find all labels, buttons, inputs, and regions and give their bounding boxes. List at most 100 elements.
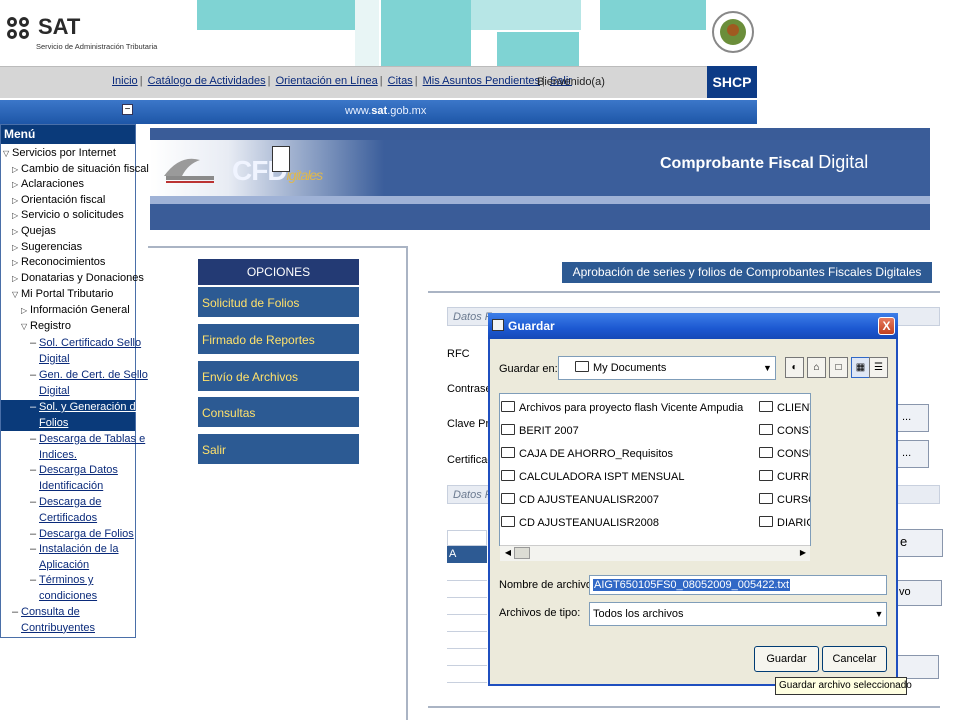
sat-logo-subtitle: Servicio de Administración Tributaria [36,42,158,51]
up-folder-icon[interactable]: ⌂ [807,357,826,378]
menu-item-reconocimientos[interactable]: ▷ Reconocimientos [12,255,105,271]
menu-subitem-sol-certificado[interactable]: – Sol. Certificado Sello Digital [30,336,141,367]
form-button[interactable] [895,655,939,679]
menu-subitem-descarga-datos[interactable]: – Descarga Datos Identificación [30,463,118,494]
new-folder-icon[interactable]: □ [829,357,848,378]
file-name-input[interactable]: AIGT650105FS0_08052009_005422.txt [589,575,887,595]
table-row[interactable] [447,580,487,598]
label-contrasena: Contrase [447,383,492,395]
header-graphic [381,0,471,66]
cfd-banner-stripe [150,196,930,204]
file-type-label: Archivos de tipo: [499,607,581,619]
scrollbar-thumb[interactable] [514,547,530,559]
folder-icon [501,516,515,527]
menu-item-consulta-contribuyentes[interactable]: – Consulta de Contribuyentes [12,605,95,636]
menu-item-quejas[interactable]: ▷ Quejas [12,224,56,240]
option-consultas[interactable]: Consultas [198,397,359,429]
chevron-down-icon[interactable]: ▼ [872,603,886,625]
table-row[interactable] [447,614,487,632]
folder-icon [575,361,589,372]
list-item[interactable]: CONSTA [759,424,810,437]
header-graphic [471,0,581,30]
list-item[interactable]: CD AJUSTEANUALISR2007 [501,493,755,506]
cancel-button[interactable]: Cancelar [822,646,887,672]
menu-item-cambio[interactable]: ▷ Cambio de situación fiscal [12,162,149,178]
nav-link-asuntos[interactable]: Mis Asuntos Pendientes [423,75,540,87]
list-item[interactable]: CD AJUSTEANUALISR2008 [501,516,755,529]
option-solicitud-folios[interactable]: Solicitud de Folios [198,287,359,319]
site-url[interactable]: www.sat.gob.mx [345,105,426,117]
nav-link-orientacion[interactable]: Orientación en Línea [276,75,378,87]
list-item[interactable]: BERIT 2007 [501,424,755,437]
scroll-right-icon[interactable]: ▶ [796,546,810,560]
folder-icon [759,447,773,458]
save-in-dropdown[interactable]: My Documents [558,356,776,380]
dialog-close-button[interactable]: X [878,317,895,335]
menu-item-orientacion[interactable]: ▷ Orientación fiscal [12,193,105,209]
form-button-vo[interactable]: vo [895,580,942,606]
option-firmado-reportes[interactable]: Firmado de Reportes [198,324,359,356]
list-item[interactable]: CLIENTE [759,401,810,414]
menu-item-donatarias[interactable]: ▷ Donatarias y Donaciones [12,271,144,287]
nav-link-inicio[interactable]: Inicio [112,75,138,87]
horizontal-scrollbar[interactable] [500,545,810,561]
table-row[interactable] [447,665,487,683]
table-header [447,530,487,546]
browse-key-button[interactable]: ... [895,404,929,432]
menu-item-servicios[interactable]: ▽ Servicios por Internet [3,146,116,162]
chevron-down-icon[interactable]: ▼ [760,357,775,379]
back-icon[interactable]: ◐ [785,357,804,378]
menu-item-informacion[interactable]: ▷ Información General [21,303,130,319]
collapsed-triangle-icon: ▷ [12,274,19,283]
browse-cert-button[interactable]: ... [895,440,929,468]
menu-item-aclaraciones[interactable]: ▷ Aclaraciones [12,177,84,193]
menu-subitem-instalacion[interactable]: – Instalación de la Aplicación [30,542,119,573]
table-row[interactable] [447,597,487,615]
collapsed-triangle-icon: ▷ [12,227,19,236]
list-item[interactable]: CONSUL [759,447,810,460]
nav-link-citas[interactable]: Citas [388,75,413,87]
option-salir[interactable]: Salir [198,434,359,466]
table-row-selected[interactable]: A [447,546,487,563]
label-certificado: Certificad [447,454,494,466]
menu-item-portal[interactable]: ▽ Mi Portal Tributario [12,287,113,303]
menu-subitem-sol-folios[interactable]: – Sol. y Generación de Folios [30,400,142,431]
list-item[interactable]: DIARIOS [759,516,810,529]
top-nav-links: Inicio | Catálogo de Actividades | Orienta… [112,75,572,87]
hacienda-logo [160,150,218,186]
scroll-left-icon[interactable]: ◀ [501,546,515,560]
table-row[interactable] [447,631,487,649]
shcp-logo[interactable]: SHCP [707,66,757,98]
list-item[interactable]: CURRICU [759,470,810,483]
option-envio-archivos[interactable]: Envío de Archivos [198,361,359,393]
menu-subitem-terminos[interactable]: – Términos y condiciones [30,573,97,604]
menu-item-registro[interactable]: ▽ Registro [21,319,71,335]
header-graphic [197,0,355,30]
collapsed-triangle-icon: ▷ [12,165,19,174]
list-item[interactable]: Archivos para proyecto flash Vicente Amp… [501,401,755,414]
folder-icon [759,470,773,481]
dialog-title-bar[interactable]: Guardar [488,313,898,339]
expanded-triangle-icon: ▽ [12,290,19,299]
menu-title: Menú [1,125,135,144]
menu-subitem-descarga-tablas[interactable]: – Descarga de Tablas e Indices. [30,432,145,463]
folder-icon [501,493,515,504]
menu-item-servicio[interactable]: ▷ Servicio o solicitudes [12,208,124,224]
file-type-select[interactable]: Todos los archivos [589,602,887,626]
save-button[interactable]: Guardar [754,646,819,672]
list-item[interactable]: CURSOS [759,493,810,506]
nav-link-catalogo[interactable]: Catálogo de Actividades [148,75,266,87]
menu-subitem-descarga-certificados[interactable]: – Descarga de Certificados [30,495,101,526]
table-row[interactable] [447,563,487,581]
menu-subitem-gen-cert[interactable]: – Gen. de Cert. de Sello Digital [30,368,148,399]
form-button-e[interactable]: e [895,529,943,557]
list-item[interactable]: CALCULADORA ISPT MENSUAL [501,470,755,483]
view-list-icon[interactable]: ☰ [869,357,888,378]
folder-icon [759,516,773,527]
collapse-menu-button[interactable]: − [122,104,133,115]
menu-item-sugerencias[interactable]: ▷ Sugerencias [12,240,82,256]
menu-subitem-descarga-folios[interactable]: – Descarga de Folios [30,527,134,543]
list-item[interactable]: CAJA DE AHORRO_Requisitos [501,447,755,460]
view-icons-icon[interactable]: ▦ [851,357,870,378]
table-row[interactable] [447,648,487,666]
